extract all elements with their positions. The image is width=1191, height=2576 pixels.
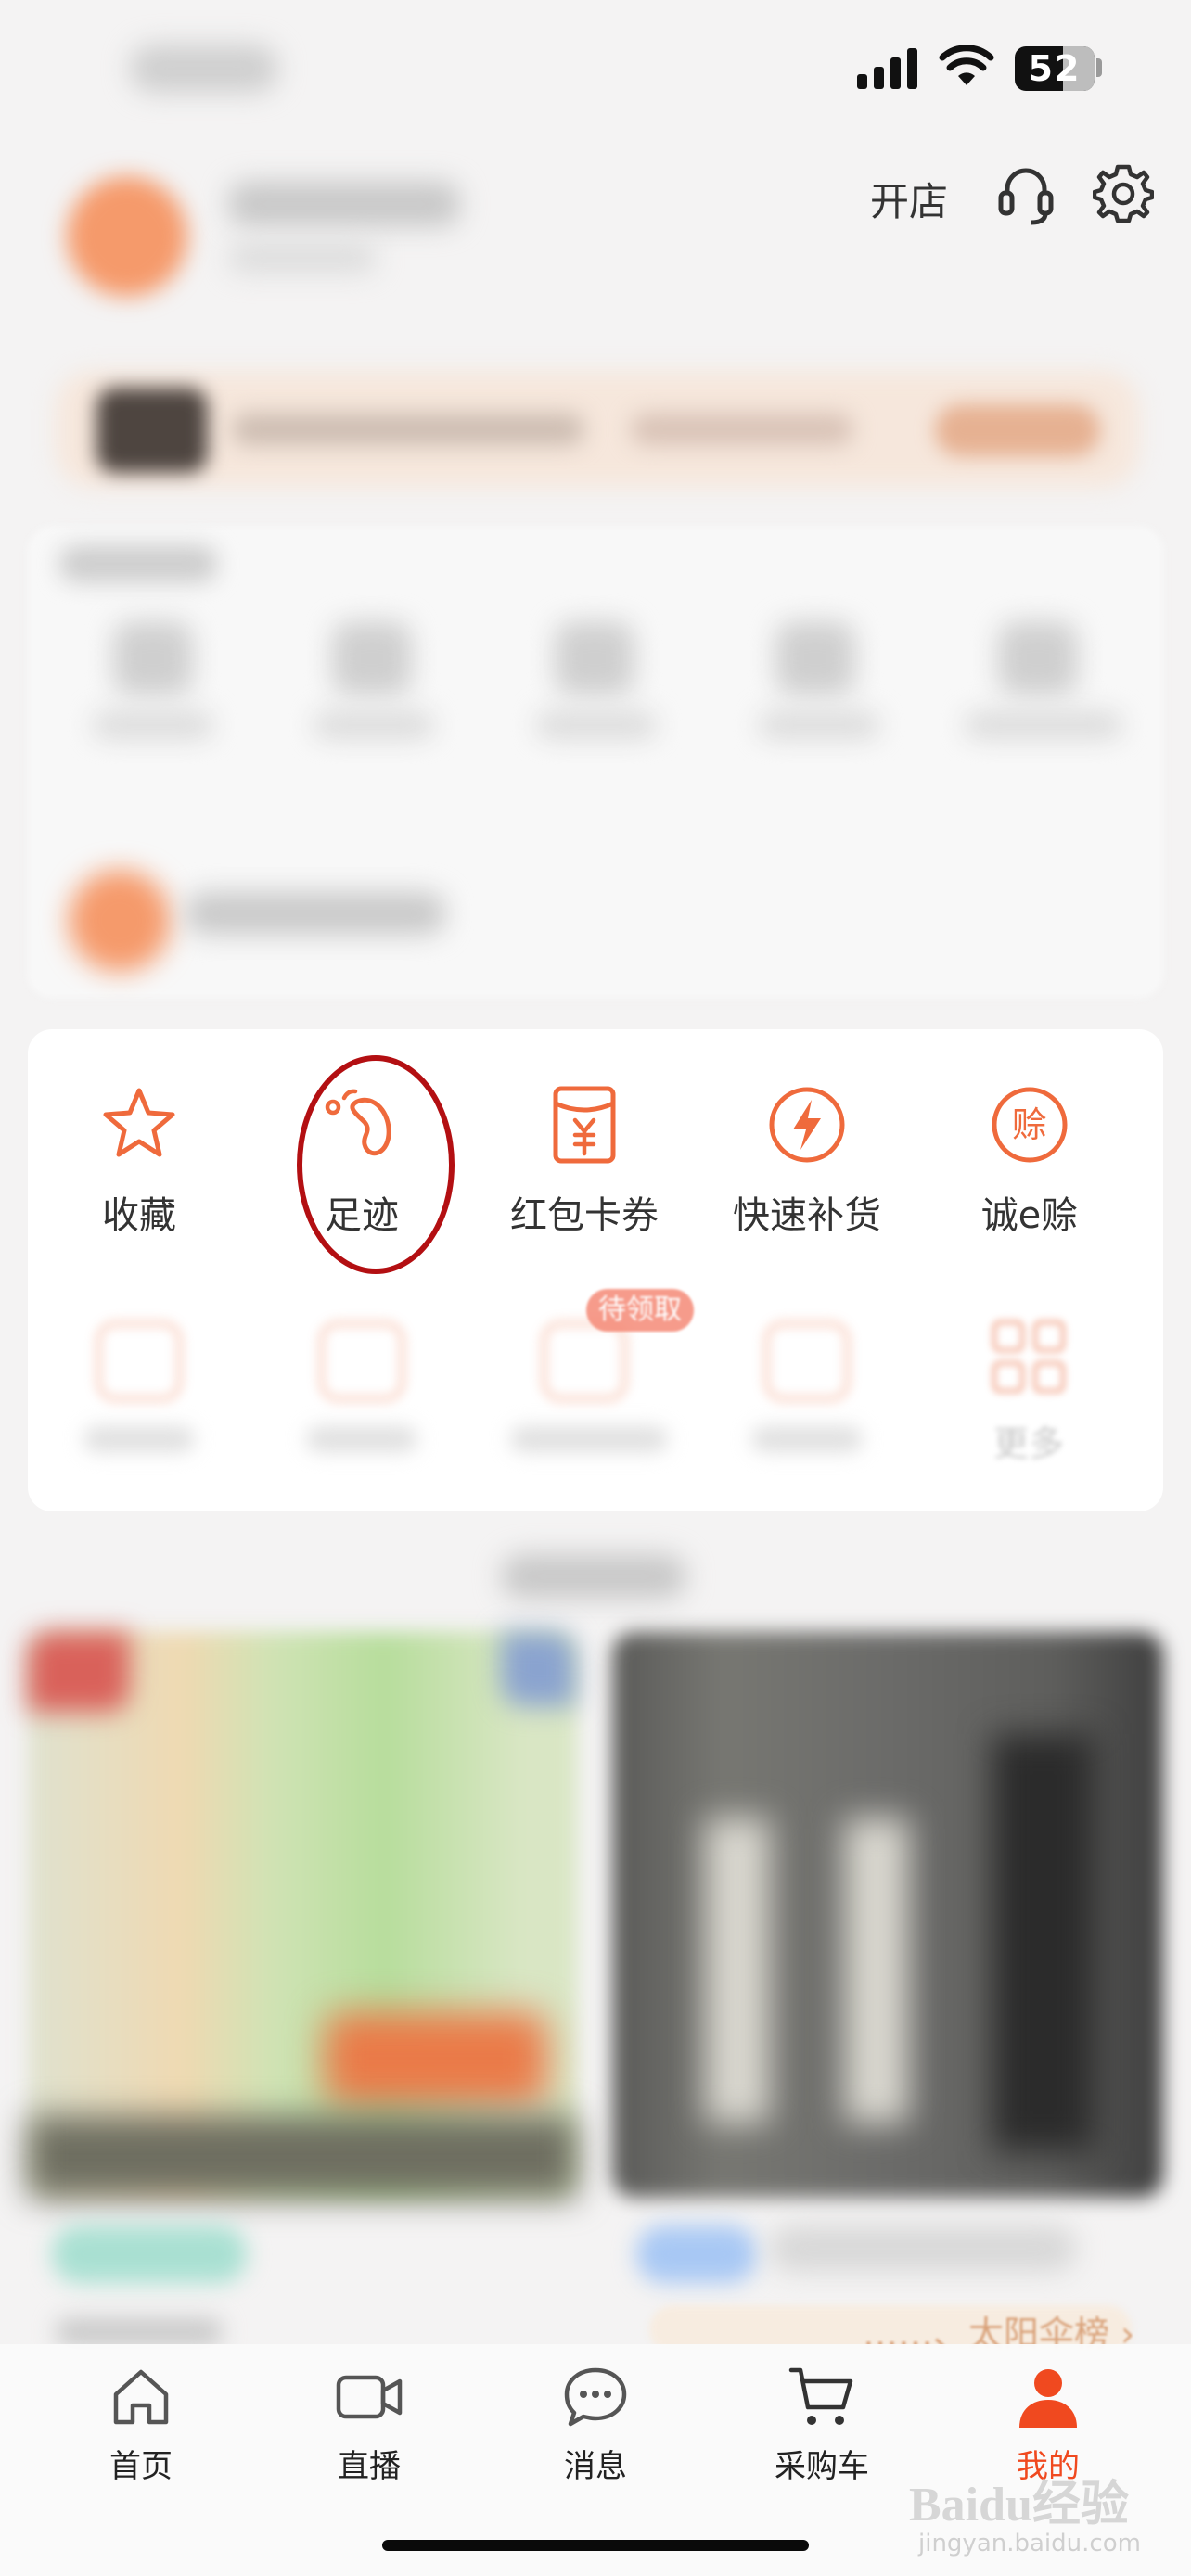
banner-text-blurred — [232, 414, 584, 445]
credit-icon: 赊 — [992, 1087, 1068, 1163]
product-promo-strip — [325, 2012, 547, 2105]
order-status-icon[interactable] — [998, 621, 1078, 695]
product-caption-bar — [28, 2116, 577, 2198]
battery-icon: 52 — [1015, 46, 1095, 91]
tool-label: 诚e赊 — [980, 1194, 1079, 1237]
tab-label: 直播 — [338, 2448, 401, 2485]
tab-messages[interactable]: 消息 — [521, 2363, 670, 2486]
orders-title-blurred — [59, 545, 217, 582]
banner-text-blurred-2 — [631, 414, 853, 445]
tool-label: 收藏 — [102, 1194, 176, 1237]
product-tag — [501, 1632, 575, 1706]
user-subtitle-blurred — [228, 243, 377, 273]
product-label-tag — [636, 2225, 757, 2283]
tool-blurred-label — [510, 1426, 668, 1452]
tool-blurred-icon[interactable] — [542, 1321, 627, 1401]
product-title-blurred — [770, 2225, 1076, 2272]
tab-label: 消息 — [564, 2448, 627, 2485]
product-item-shape — [705, 1817, 770, 2123]
order-status-label — [759, 712, 879, 738]
tool-blurred-label — [751, 1426, 863, 1452]
gear-icon[interactable] — [1093, 163, 1154, 224]
red-envelope-icon — [553, 1086, 616, 1164]
pending-badge: 待领取 — [586, 1289, 694, 1332]
order-status-label — [965, 712, 1122, 738]
grid-more-icon[interactable] — [989, 1317, 1069, 1396]
more-label[interactable]: 更多 — [989, 1415, 1069, 1466]
product-title-blurred — [56, 2318, 223, 2346]
battery-level: 52 — [1028, 48, 1082, 89]
star-icon — [103, 1088, 175, 1157]
order-status-icon[interactable] — [555, 621, 634, 695]
tool-red-envelope[interactable]: 红包卡券 — [492, 1083, 677, 1239]
tool-label: 红包卡券 — [510, 1194, 659, 1237]
lightning-icon — [769, 1087, 845, 1163]
product-item-shape — [844, 1817, 909, 2123]
cellular-signal-icon — [857, 45, 918, 89]
avatar[interactable] — [67, 176, 187, 297]
status-time-blurred — [130, 45, 278, 93]
tool-blurred-icon[interactable] — [96, 1321, 182, 1401]
home-indicator[interactable] — [382, 2540, 809, 2551]
video-camera-icon — [336, 2375, 403, 2419]
cart-icon — [788, 2367, 853, 2425]
tab-live[interactable]: 直播 — [295, 2363, 443, 2486]
chat-icon — [564, 2367, 627, 2427]
order-status-label — [93, 712, 213, 738]
tab-label: 首页 — [109, 2448, 173, 2485]
order-status-icon[interactable] — [775, 621, 855, 695]
recommend-title-blurred — [501, 1554, 686, 1599]
credit-icon-char: 赊 — [1012, 1104, 1047, 1145]
order-status-label — [536, 712, 657, 738]
tab-cart[interactable]: 采购车 — [748, 2363, 896, 2486]
tool-blurred-label — [306, 1426, 417, 1452]
tool-blurred-icon[interactable] — [319, 1321, 404, 1401]
profile-icon — [1019, 2369, 1077, 2428]
product-label-tag — [52, 2225, 247, 2283]
baidu-watermark: Baidu经验 — [909, 2479, 1129, 2531]
battery-tip — [1096, 58, 1102, 77]
headset-icon[interactable] — [996, 161, 1056, 226]
baidu-watermark-url: jingyan.baidu.com — [918, 2530, 1141, 2557]
tool-blurred-label — [83, 1426, 195, 1452]
notice-text-blurred[interactable] — [186, 892, 445, 935]
order-status-label — [314, 712, 434, 738]
tool-blurred-icon[interactable] — [764, 1321, 850, 1401]
product-item-shape — [992, 1734, 1095, 2151]
tool-credit[interactable]: 赊 诚e赊 — [937, 1083, 1122, 1239]
open-store-button[interactable]: 开店 — [870, 171, 948, 227]
tool-favorites[interactable]: 收藏 — [46, 1083, 232, 1239]
wifi-icon — [939, 45, 994, 85]
tool-label: 快速补货 — [733, 1194, 881, 1237]
home-icon — [113, 2369, 169, 2425]
banner-action-button[interactable] — [935, 404, 1100, 456]
banner-image — [96, 388, 208, 473]
notice-icon — [69, 870, 171, 972]
product-tag — [28, 1632, 130, 1712]
username-blurred — [228, 182, 460, 226]
order-status-icon[interactable] — [113, 621, 193, 695]
tool-quick-restock[interactable]: 快速补货 — [714, 1083, 900, 1239]
tab-home[interactable]: 首页 — [67, 2363, 215, 2486]
highlight-annotation-circle — [297, 1055, 455, 1274]
tab-label: 采购车 — [775, 2448, 869, 2485]
order-status-icon[interactable] — [332, 621, 412, 695]
product-card-image[interactable] — [28, 1632, 577, 2198]
